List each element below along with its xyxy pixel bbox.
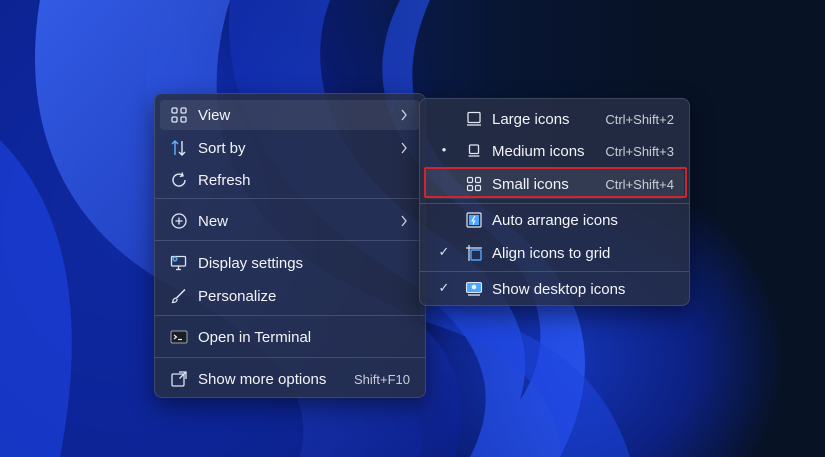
chevron-right-icon: [401, 215, 407, 227]
terminal-icon: [170, 330, 188, 344]
menu-separator: [420, 203, 689, 204]
menu-item-display-settings[interactable]: Display settings: [160, 248, 420, 278]
chevron-right-icon: [401, 109, 407, 121]
desktop-icon: [465, 281, 483, 296]
sort-icon: [171, 140, 186, 156]
menu-item-refresh[interactable]: Refresh: [160, 165, 420, 195]
menu-item-label: Refresh: [198, 172, 251, 189]
medium-monitor-icon: [468, 144, 480, 157]
chevron-right-icon: [401, 142, 407, 154]
align-grid-icon: [466, 245, 482, 261]
menu-item-label: Medium icons: [492, 143, 585, 160]
menu-separator: [155, 240, 425, 241]
menu-separator: [155, 315, 425, 316]
menu-separator: [155, 357, 425, 358]
menu-item-label: Large icons: [492, 111, 570, 128]
menu-item-show-more-options[interactable]: Show more options Shift+F10: [160, 364, 420, 394]
submenu-item-show-desktop-icons[interactable]: ✓ Show desktop icons: [425, 274, 684, 304]
plus-circle-icon: [171, 213, 187, 229]
selection-mark: [437, 211, 451, 229]
menu-separator: [155, 198, 425, 199]
check-mark-icon: ✓: [438, 280, 450, 295]
large-monitor-icon: [467, 111, 481, 126]
grid-icon: [171, 107, 187, 123]
brush-icon: [171, 288, 186, 304]
menu-item-label: Show more options: [198, 371, 327, 388]
view-submenu: Large icons Ctrl+Shift+2 • Medium icons …: [419, 98, 690, 306]
submenu-item-medium-icons[interactable]: • Medium icons Ctrl+Shift+3: [425, 136, 684, 166]
menu-item-label: View: [198, 107, 231, 124]
shortcut-text: Shift+F10: [353, 372, 410, 387]
menu-item-label: Display settings: [198, 255, 304, 272]
menu-item-label: Open in Terminal: [198, 329, 312, 346]
menu-item-open-terminal[interactable]: Open in Terminal: [160, 322, 420, 352]
menu-item-label: New: [198, 213, 229, 230]
selection-mark: [437, 110, 451, 128]
menu-item-label: Personalize: [198, 288, 277, 305]
highlight-annotation-box: [424, 167, 687, 198]
submenu-item-auto-arrange[interactable]: Auto arrange icons: [425, 205, 684, 235]
menu-separator: [420, 271, 689, 272]
menu-item-sort-by[interactable]: Sort by: [160, 133, 420, 163]
monitor-settings-icon: [170, 255, 187, 271]
menu-item-label: Align icons to grid: [492, 245, 611, 262]
menu-item-label: Show desktop icons: [492, 281, 626, 298]
expand-icon: [171, 371, 187, 387]
check-mark-icon: ✓: [438, 244, 450, 259]
submenu-item-align-to-grid[interactable]: ✓ Align icons to grid: [425, 238, 684, 268]
menu-item-label: Sort by: [198, 140, 246, 157]
shortcut-text: Ctrl+Shift+2: [605, 112, 674, 127]
menu-item-view[interactable]: View: [160, 100, 420, 130]
bullet-mark: •: [441, 142, 447, 157]
menu-item-new[interactable]: New: [160, 206, 420, 236]
submenu-item-large-icons[interactable]: Large icons Ctrl+Shift+2: [425, 104, 684, 134]
menu-item-label: Auto arrange icons: [492, 212, 618, 229]
desktop-context-menu: View Sort by Refresh New Display setting…: [154, 93, 426, 398]
refresh-icon: [172, 172, 186, 187]
auto-arrange-icon: [466, 212, 482, 228]
shortcut-text: Ctrl+Shift+3: [605, 144, 674, 159]
menu-item-personalize[interactable]: Personalize: [160, 281, 420, 311]
